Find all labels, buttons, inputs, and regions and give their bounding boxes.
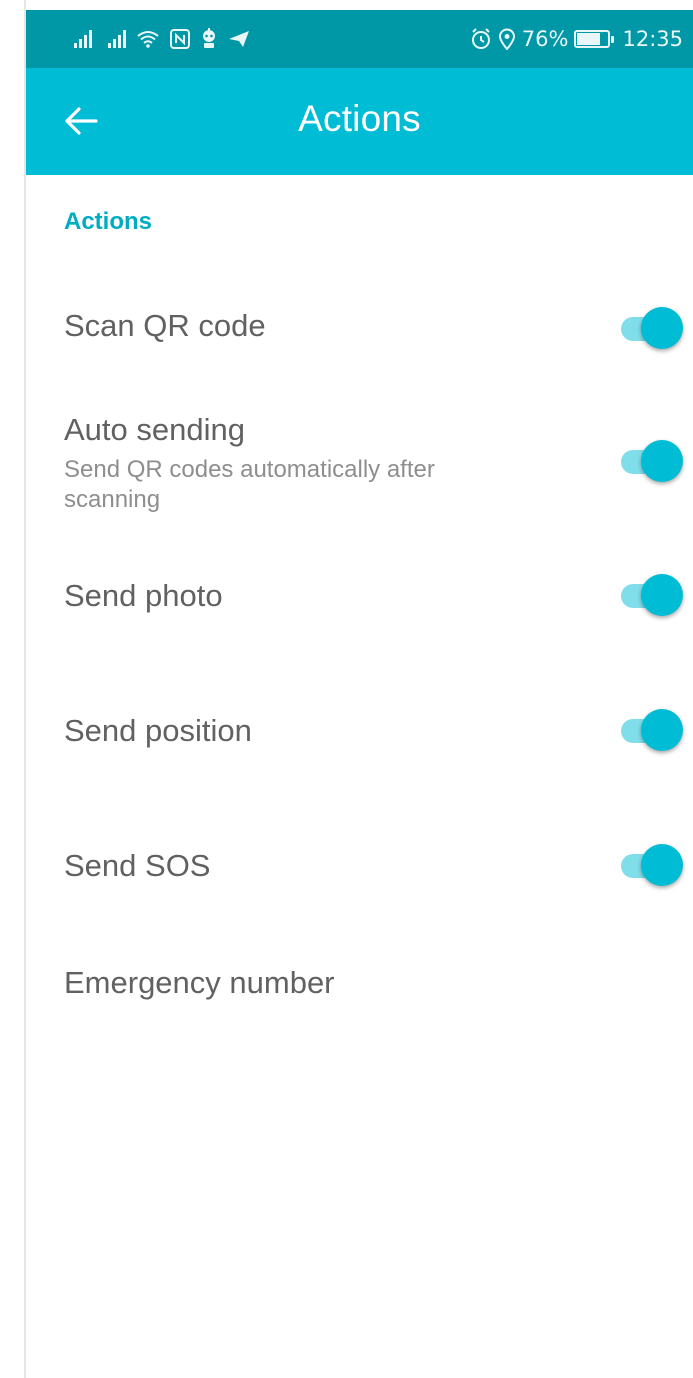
setting-subtitle: Send QR codes automatically after scanni… xyxy=(64,456,435,513)
screen-left-margin xyxy=(0,0,26,1378)
signal-icon xyxy=(74,30,92,48)
section-header: Actions xyxy=(64,208,153,235)
toggle-thumb xyxy=(641,709,683,751)
send-icon xyxy=(229,31,249,47)
setting-auto-sending[interactable]: Auto sending Send QR codes automatically… xyxy=(26,400,693,530)
toggle-thumb xyxy=(641,574,683,616)
clock-time: 12:35 xyxy=(622,27,683,51)
toggle-thumb xyxy=(641,307,683,349)
app-bar: Actions xyxy=(26,68,693,175)
status-icons-right: 76% 12:35 xyxy=(470,22,683,56)
battery-percent: 76% xyxy=(521,27,569,51)
scan-qr-code-toggle[interactable] xyxy=(621,307,683,349)
auto-sending-toggle[interactable] xyxy=(621,440,683,482)
setting-title: Scan QR code xyxy=(64,308,266,343)
location-icon xyxy=(498,28,515,50)
setting-title: Emergency number xyxy=(64,965,335,1000)
alarm-icon xyxy=(471,28,490,49)
send-sos-toggle[interactable] xyxy=(621,844,683,886)
nfc-icon xyxy=(170,29,190,49)
setting-send-position[interactable]: Send position xyxy=(26,695,693,775)
send-photo-toggle[interactable] xyxy=(621,574,683,616)
setting-title: Auto sending xyxy=(64,412,245,447)
setting-title: Send position xyxy=(64,713,252,748)
setting-emergency-number[interactable]: Emergency number xyxy=(26,945,693,1025)
wifi-icon xyxy=(137,31,159,48)
signal-icon xyxy=(108,30,126,48)
status-bar: 76% 12:35 xyxy=(26,10,693,68)
app-screen: 76% 12:35 Actions Actions Scan QR code A… xyxy=(26,0,693,1378)
page-title: Actions xyxy=(298,98,421,139)
setting-send-sos[interactable]: Send SOS xyxy=(26,830,693,910)
setting-send-photo[interactable]: Send photo xyxy=(26,560,693,640)
setting-title: Send photo xyxy=(64,578,223,613)
setting-title: Send SOS xyxy=(64,848,211,883)
battery-icon xyxy=(574,30,615,48)
toggle-thumb xyxy=(641,440,683,482)
toggle-thumb xyxy=(641,844,683,886)
android-bot-icon xyxy=(203,28,215,48)
status-icons-left xyxy=(74,24,250,54)
setting-scan-qr-code[interactable]: Scan QR code xyxy=(26,290,693,370)
send-position-toggle[interactable] xyxy=(621,709,683,751)
